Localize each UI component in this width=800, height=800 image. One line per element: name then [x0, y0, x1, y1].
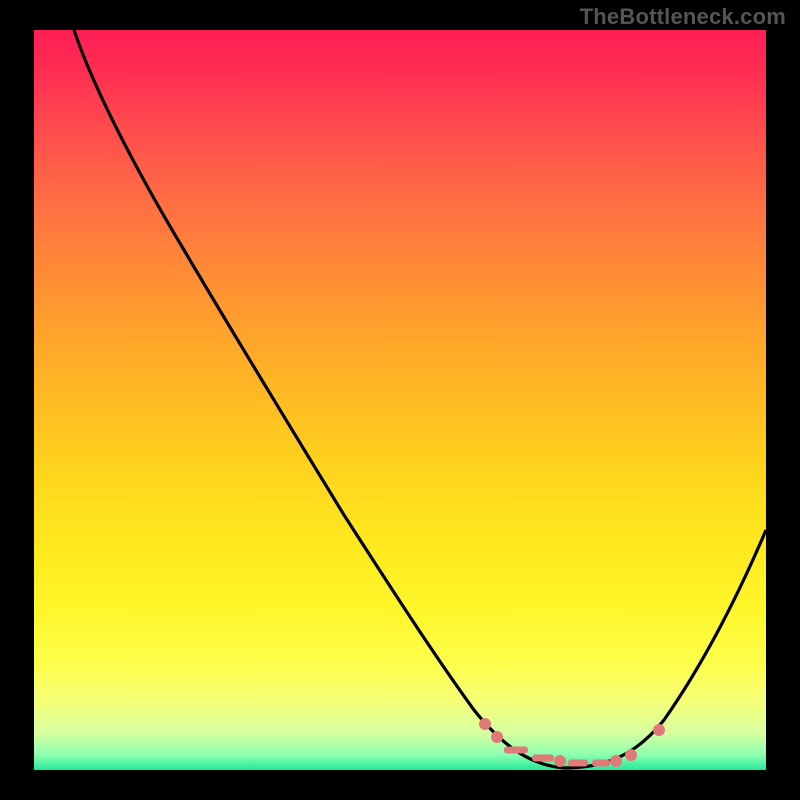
marker-dot — [554, 755, 566, 767]
marker-dash — [568, 760, 588, 767]
marker-dot — [479, 718, 491, 730]
marker-dot — [491, 731, 503, 743]
marker-dash — [592, 760, 610, 767]
plot-area — [34, 30, 766, 770]
marker-dash — [504, 747, 528, 754]
marker-dash — [532, 755, 554, 762]
marker-dot — [653, 724, 665, 736]
minimum-zone-markers — [34, 30, 766, 770]
chart-root: TheBottleneck.com — [0, 0, 800, 800]
marker-dot — [610, 755, 622, 767]
marker-dot — [625, 749, 637, 761]
watermark-label: TheBottleneck.com — [580, 4, 786, 30]
